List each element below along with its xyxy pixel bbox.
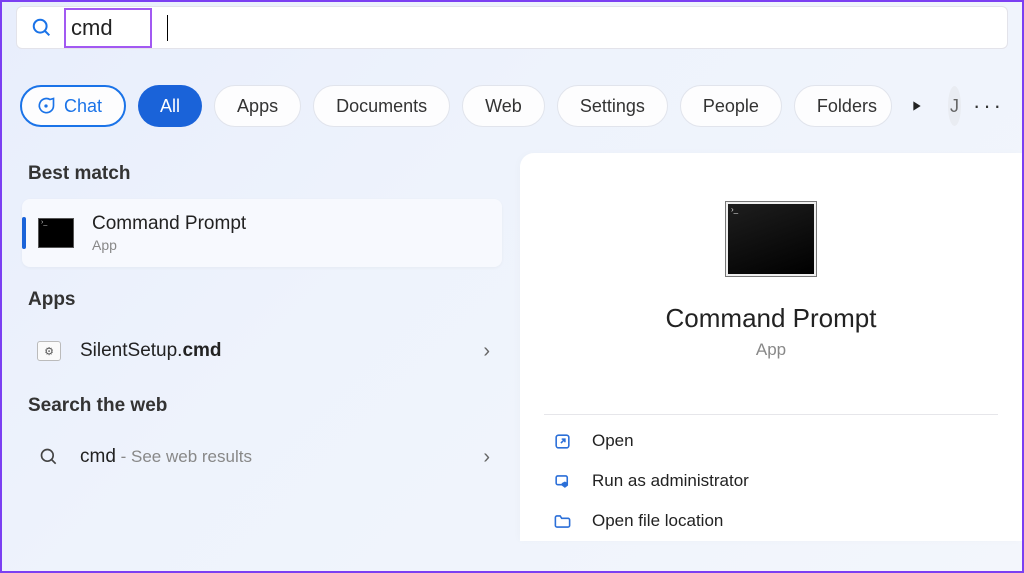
tab-web[interactable]: Web [462,85,545,127]
bing-chat-icon [36,96,56,116]
tab-documents[interactable]: Documents [313,85,450,127]
search-input-wrap [67,13,168,43]
tab-people[interactable]: People [680,85,782,127]
folder-icon [548,512,576,531]
tab-chat-label: Chat [64,96,102,117]
apps-result-row[interactable]: ⚙ SilentSetup.cmd › [22,325,502,377]
scroll-right-button[interactable] [908,98,924,114]
divider [544,414,998,415]
cmd-icon [38,218,74,248]
search-icon [31,17,53,39]
preview-panel: Command Prompt App Open Run as administr… [520,153,1022,541]
user-avatar[interactable]: J [948,86,961,126]
cmd-file-icon: ⚙ [34,339,64,363]
action-open[interactable]: Open [544,421,998,461]
section-apps: Apps [28,289,494,311]
section-search-web: Search the web [28,395,494,417]
filter-tabs: Chat All Apps Documents Web Settings Peo… [20,83,1004,129]
more-options-button[interactable]: ··· [973,91,1004,121]
search-bar[interactable] [16,6,1008,49]
chevron-right-icon: › [483,446,490,469]
open-icon [548,432,576,451]
text-caret [167,15,168,41]
chevron-right-icon: › [483,340,490,363]
section-best-match: Best match [28,163,494,185]
web-result-row[interactable]: cmd - See web results › [22,431,502,483]
shield-icon [548,472,576,491]
tab-apps[interactable]: Apps [214,85,301,127]
tab-all[interactable]: All [138,85,202,127]
action-open-file-location[interactable]: Open file location [544,501,998,541]
preview-app-icon [725,201,817,277]
action-run-as-administrator[interactable]: Run as administrator [544,461,998,501]
best-match-result[interactable]: Command Prompt App [22,199,502,267]
web-result-label: cmd - See web results [80,446,252,468]
search-input[interactable] [67,13,167,43]
preview-subtitle: App [756,340,786,360]
content-area: Best match Command Prompt App Apps ⚙ Sil… [2,153,1022,541]
search-result-icon [34,445,64,469]
preview-actions: Open Run as administrator Open file loca… [544,421,998,541]
best-match-title: Command Prompt [92,213,246,235]
tab-folders[interactable]: Folders [794,85,892,127]
results-panel: Best match Command Prompt App Apps ⚙ Sil… [22,153,502,541]
tab-settings[interactable]: Settings [557,85,668,127]
apps-result-label: SilentSetup.cmd [80,340,222,362]
tab-chat[interactable]: Chat [20,85,126,127]
best-match-subtitle: App [92,237,246,253]
preview-title: Command Prompt [666,303,877,334]
